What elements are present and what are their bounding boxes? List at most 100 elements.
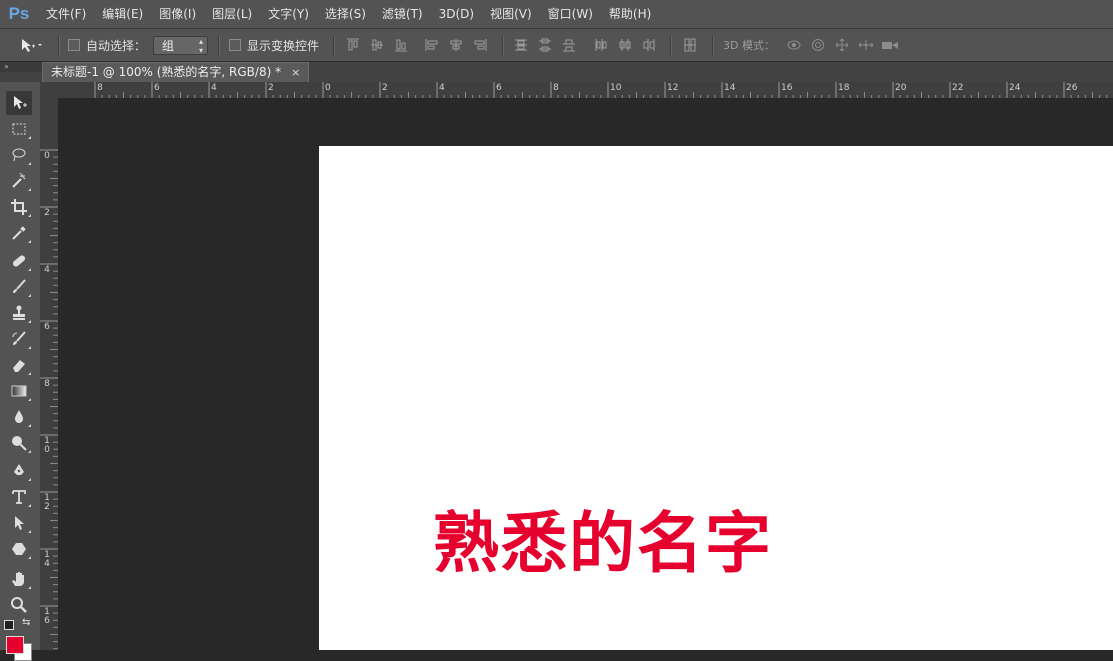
menu-window[interactable]: 窗口(W) <box>540 0 601 28</box>
history-brush-tool-icon[interactable] <box>6 327 32 351</box>
ruler-h-label: 18 <box>838 83 850 93</box>
align-left-icon[interactable] <box>425 38 439 52</box>
ruler-h-label: 22 <box>952 83 964 93</box>
ruler-h-label: 4 <box>211 83 217 93</box>
photoshop-logo: Ps <box>8 4 30 23</box>
ruler-h-label: 2 <box>268 83 274 93</box>
ruler-v-label: 4 <box>44 265 50 275</box>
document-tab[interactable]: 未标题-1 @ 100% (熟悉的名字, RGB/8) * × <box>42 62 310 82</box>
tools-panel: ⇆ <box>0 82 41 650</box>
hand-tool-icon[interactable] <box>6 567 32 591</box>
menu-image[interactable]: 图像(I) <box>151 0 204 28</box>
ruler-origin[interactable] <box>40 82 58 98</box>
ruler-h-label: 0 <box>325 83 331 93</box>
text-layer-content[interactable]: 熟悉的名字 <box>433 490 773 586</box>
tool-preset-picker[interactable] <box>8 29 44 61</box>
gradient-tool-icon[interactable] <box>6 379 32 403</box>
ruler-v-label: 14 <box>44 550 50 569</box>
ruler-v-label: 16 <box>44 607 50 626</box>
pen-tool-icon[interactable] <box>6 459 32 483</box>
menu-filter[interactable]: 滤镜(T) <box>374 0 431 28</box>
marquee-tool-icon[interactable] <box>6 117 32 141</box>
menu-help[interactable]: 帮助(H) <box>601 0 659 28</box>
distribute-hcenter-icon[interactable] <box>618 38 632 52</box>
eraser-tool-icon[interactable] <box>6 353 32 377</box>
auto-select-value: 组 <box>162 39 175 53</box>
ruler-v-label: 8 <box>44 379 50 389</box>
type-tool-icon[interactable] <box>6 485 32 509</box>
dodge-tool-icon[interactable] <box>6 431 32 455</box>
ruler-h-label: 4 <box>439 83 445 93</box>
show-transform-checkbox[interactable] <box>229 39 241 51</box>
document-tab-title: 未标题-1 @ 100% (熟悉的名字, RGB/8) * <box>51 65 282 79</box>
ruler-h-label: 14 <box>724 83 736 93</box>
dropdown-arrows-icon: ▴ ▾ <box>198 37 203 55</box>
zoom-tool-icon[interactable] <box>6 593 32 617</box>
ruler-h-label: 8 <box>97 83 103 93</box>
swap-colors-icon[interactable]: ⇆ <box>22 617 30 628</box>
menu-file[interactable]: 文件(F) <box>38 0 94 28</box>
document-canvas[interactable]: 熟悉的名字 <box>319 146 1113 650</box>
3d-slide-icon[interactable] <box>858 38 874 52</box>
ruler-h-label: 26 <box>1066 83 1078 93</box>
options-bar: 自动选择： 组 ▴ ▾ 显示变换控件 3D 模式： <box>0 28 1113 62</box>
menu-type[interactable]: 文字(Y) <box>260 0 317 28</box>
align-vcenter-icon[interactable] <box>370 38 384 52</box>
distribute-bottom-icon[interactable] <box>562 38 576 52</box>
3d-roll-icon[interactable] <box>810 38 826 52</box>
ruler-v-label: 0 <box>44 151 50 161</box>
distribute-top-icon[interactable] <box>514 38 528 52</box>
distribute-right-icon[interactable] <box>642 38 656 52</box>
menu-bar: Ps 文件(F) 编辑(E) 图像(I) 图层(L) 文字(Y) 选择(S) 滤… <box>0 0 1113 28</box>
distribute-left-icon[interactable] <box>594 38 608 52</box>
menu-view[interactable]: 视图(V) <box>482 0 540 28</box>
distribute-vcenter-icon[interactable] <box>538 38 552 52</box>
3d-pan-icon[interactable] <box>834 38 850 52</box>
magic-wand-tool-icon[interactable] <box>6 169 32 193</box>
shape-tool-icon[interactable] <box>6 537 32 561</box>
brush-tool-icon[interactable] <box>6 275 32 299</box>
ruler-h-label: 16 <box>781 83 793 93</box>
default-colors-icon[interactable] <box>4 620 14 630</box>
vertical-ruler[interactable]: 0 2 4 6 8 10 12 14 16 <box>40 98 59 650</box>
align-right-icon[interactable] <box>473 38 487 52</box>
ruler-h-label: 20 <box>895 83 907 93</box>
menu-edit[interactable]: 编辑(E) <box>94 0 151 28</box>
align-hcenter-icon[interactable] <box>449 38 463 52</box>
move-tool-icon[interactable] <box>6 91 32 115</box>
auto-align-layers-icon[interactable] <box>683 38 697 52</box>
ruler-v-label: 2 <box>44 208 50 218</box>
close-icon[interactable]: × <box>291 63 300 82</box>
ruler-h-label: 12 <box>667 83 679 93</box>
healing-brush-tool-icon[interactable] <box>6 249 32 273</box>
menu-select[interactable]: 选择(S) <box>317 0 374 28</box>
show-transform-option[interactable]: 显示变换控件 <box>229 29 319 61</box>
align-bottom-icon[interactable] <box>394 38 408 52</box>
lasso-tool-icon[interactable] <box>6 143 32 167</box>
ruler-v-label: 6 <box>44 322 50 332</box>
eyedropper-tool-icon[interactable] <box>6 221 32 245</box>
menu-layer[interactable]: 图层(L) <box>204 0 260 28</box>
ruler-h-label: 10 <box>610 83 622 93</box>
panel-collapse-icon[interactable]: » <box>0 62 44 72</box>
ruler-h-label: 2 <box>382 83 388 93</box>
auto-select-checkbox[interactable] <box>68 39 80 51</box>
ruler-h-label: 8 <box>553 83 559 93</box>
horizontal-ruler[interactable]: 8 6 4 2 0 2 4 6 8 10 12 14 16 18 20 22 24 26 <box>58 82 1113 99</box>
ruler-h-label: 24 <box>1009 83 1021 93</box>
ruler-v-label: 10 <box>44 436 50 455</box>
move-tool-preset-icon <box>22 39 42 52</box>
blur-tool-icon[interactable] <box>6 405 32 429</box>
auto-select-option[interactable]: 自动选择： <box>68 29 146 61</box>
path-selection-tool-icon[interactable] <box>6 511 32 535</box>
3d-orbit-icon[interactable] <box>786 38 802 52</box>
menu-3d[interactable]: 3D(D) <box>431 0 482 28</box>
foreground-color-swatch[interactable] <box>6 636 24 654</box>
ruler-h-label: 6 <box>154 83 160 93</box>
crop-tool-icon[interactable] <box>6 195 32 219</box>
ruler-h-label: 6 <box>496 83 502 93</box>
auto-select-dropdown[interactable]: 组 ▴ ▾ <box>153 36 208 55</box>
clone-stamp-tool-icon[interactable] <box>6 301 32 325</box>
align-top-icon[interactable] <box>346 38 360 52</box>
3d-scale-icon[interactable] <box>881 38 899 52</box>
